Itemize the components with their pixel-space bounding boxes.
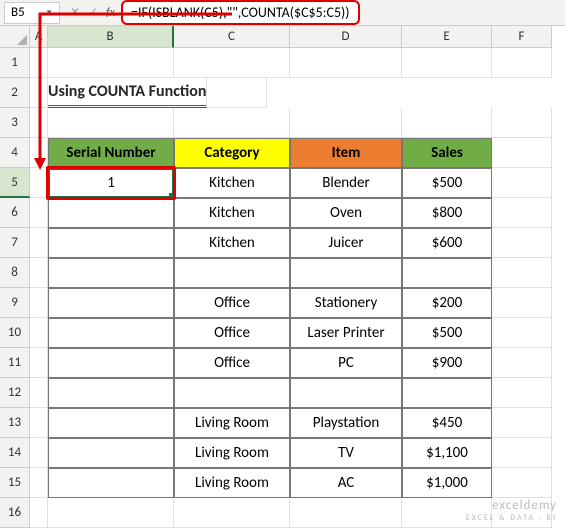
rowhdr-3[interactable]: 3: [0, 108, 30, 138]
col-F[interactable]: F: [492, 26, 552, 48]
formula-bar-icons: ✕ ✓ fx: [64, 5, 121, 20]
header-serial[interactable]: Serial Number: [48, 138, 174, 168]
row-10: 10OfficeLaser Printer$500: [0, 318, 565, 348]
name-box[interactable]: B5 ▼: [4, 2, 60, 24]
select-all-corner[interactable]: [0, 26, 30, 48]
formula-input[interactable]: =IF(ISBLANK(C5),"",COUNTA($C$5:C5)): [121, 0, 360, 25]
cell-C5[interactable]: Kitchen: [174, 168, 290, 198]
watermark: exceldemy EXCEL & DATA · BI: [466, 498, 557, 523]
col-C[interactable]: C: [174, 26, 290, 48]
row-9: 9OfficeStationery$200: [0, 288, 565, 318]
row-12: 12: [0, 378, 565, 408]
row-3: 3: [0, 108, 565, 138]
header-sales[interactable]: Sales: [402, 138, 492, 168]
chevron-down-icon[interactable]: ▼: [45, 8, 53, 18]
cell-E5[interactable]: $500: [402, 168, 492, 198]
rowhdr-2[interactable]: 2: [0, 78, 30, 108]
col-D[interactable]: D: [290, 26, 402, 48]
row-4: 4 Serial Number Category Item Sales: [0, 138, 565, 168]
enter-icon[interactable]: ✓: [88, 5, 98, 20]
formula-input-wrap[interactable]: =IF(ISBLANK(C5),"",COUNTA($C$5:C5)): [121, 0, 565, 25]
cell-B5[interactable]: 1: [48, 168, 174, 198]
page-title: Using COUNTA Function: [48, 78, 206, 108]
row-11: 11OfficePC$900: [0, 348, 565, 378]
cancel-icon[interactable]: ✕: [70, 5, 80, 20]
row-13: 13Living RoomPlaystation$450: [0, 408, 565, 438]
rowhdr-4[interactable]: 4: [0, 138, 30, 168]
spreadsheet-grid[interactable]: A B C D E F 1 2 Using COUNTA Function 3 …: [0, 26, 565, 528]
column-header-row: A B C D E F: [0, 26, 565, 48]
rowhdr-1[interactable]: 1: [0, 48, 30, 78]
row-6: 6KitchenOven$800: [0, 198, 565, 228]
name-box-value: B5: [11, 5, 25, 20]
row-5: 5 1 Kitchen Blender $500: [0, 168, 565, 198]
rowhdr-5[interactable]: 5: [0, 168, 30, 198]
header-category[interactable]: Category: [174, 138, 290, 168]
row-8: 8: [0, 258, 565, 288]
col-B[interactable]: B: [48, 26, 174, 48]
row-1: 1: [0, 48, 565, 78]
fx-icon[interactable]: fx: [106, 6, 115, 20]
row-2: 2 Using COUNTA Function: [0, 78, 565, 108]
row-7: 7KitchenJuicer$600: [0, 228, 565, 258]
row-15: 15Living RoomAC$1,000: [0, 468, 565, 498]
row-14: 14Living RoomTV$1,100: [0, 438, 565, 468]
col-A[interactable]: A: [30, 26, 48, 48]
formula-bar: B5 ▼ ✕ ✓ fx =IF(ISBLANK(C5),"",COUNTA($C…: [0, 0, 565, 26]
header-item[interactable]: Item: [290, 138, 402, 168]
cell-D5[interactable]: Blender: [290, 168, 402, 198]
col-E[interactable]: E: [402, 26, 492, 48]
